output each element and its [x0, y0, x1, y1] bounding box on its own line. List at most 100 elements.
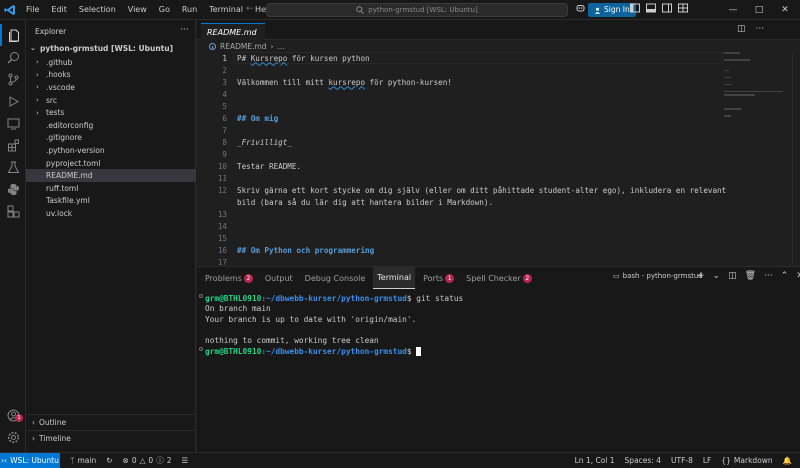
panel-tab-spell-checker[interactable]: Spell Checker 2: [462, 267, 536, 289]
panel-tab-terminal[interactable]: Terminal: [373, 267, 416, 289]
remote-indicator[interactable]: ›‹ WSL: Ubuntu: [0, 453, 60, 468]
file-tree-item[interactable]: uv.lock: [26, 207, 196, 220]
extensions-icon[interactable]: [0, 134, 26, 156]
tab-readme[interactable]: README.md: [201, 23, 265, 40]
info-icon: [209, 43, 216, 50]
breadcrumb-file[interactable]: README.md: [220, 42, 267, 51]
close-icon[interactable]: ✕: [772, 0, 798, 20]
customize-layout-icon[interactable]: [678, 3, 688, 13]
new-terminal-icon[interactable]: +: [697, 271, 705, 281]
command-decoration-icon[interactable]: [199, 294, 203, 298]
command-decoration-icon[interactable]: [199, 347, 203, 351]
file-tree-item[interactable]: › .vscode: [26, 81, 196, 94]
code-line: 1 P# Kursrepo för kursen python: [197, 52, 722, 64]
file-tree-item[interactable]: Taskfile.yml: [26, 195, 196, 208]
file-tree-item[interactable]: .editorconfig: [26, 119, 196, 132]
minimap-line: [724, 115, 731, 117]
close-panel-icon[interactable]: ✕: [796, 271, 800, 281]
manage-gear-icon[interactable]: [0, 426, 26, 448]
file-tree-item[interactable]: pyproject.toml: [26, 157, 196, 170]
code-line: 16 ## Om Python och programmering: [197, 244, 722, 256]
terminal-line: Your branch is up to date with 'origin/m…: [205, 314, 417, 324]
terminal-output[interactable]: grm@BTHL0910:~/dbwebb-kurser/python-grms…: [205, 293, 463, 357]
panel-tab-debug-console[interactable]: Debug Console: [301, 267, 370, 289]
menu-run[interactable]: Run: [176, 0, 203, 20]
explorer-icon[interactable]: [0, 24, 26, 46]
code-line: 12 Skriv gärna ett kort stycke om dig sjä…: [197, 184, 726, 196]
split-editor-icon[interactable]: ◫: [737, 24, 746, 34]
menu-selection[interactable]: Selection: [73, 0, 122, 20]
sync-icon[interactable]: ↻: [106, 456, 112, 465]
file-tree-item[interactable]: › src: [26, 94, 196, 107]
maximize-panel-icon[interactable]: ⌃: [781, 271, 789, 281]
prompt-path: :~/dbwebb-kurser/python-grmstud: [261, 293, 407, 303]
maximize-icon[interactable]: □: [746, 0, 772, 20]
line-number: 6: [222, 113, 227, 123]
file-tree-item[interactable]: ruff.toml: [26, 182, 196, 195]
more-actions-icon[interactable]: ···: [756, 24, 765, 34]
timeline-section[interactable]: › Timeline: [26, 430, 196, 446]
line-number: 2: [222, 65, 227, 75]
containers-icon[interactable]: [0, 200, 26, 222]
source-control-icon[interactable]: [0, 68, 26, 90]
chevron-right-icon: ›: [32, 418, 35, 427]
cursor-position[interactable]: Ln 1, Col 1: [575, 456, 615, 465]
minimap-line: [724, 94, 755, 96]
more-actions-icon[interactable]: ···: [764, 271, 773, 281]
problems-indicator[interactable]: ⊗ 0 △ 0 ⓘ 2: [123, 455, 172, 466]
workspace-root[interactable]: ⌄ python-grmstud [WSL: Ubuntu]: [26, 42, 196, 54]
terminal-selector[interactable]: ▭ bash - python-grmstud: [613, 272, 703, 280]
command-center-search[interactable]: python-grmstud [WSL: Ubuntu]: [266, 3, 568, 17]
file-tree-item[interactable]: › .hooks: [26, 69, 196, 82]
toggle-panel-icon[interactable]: [646, 3, 656, 13]
notifications-bell-icon[interactable]: 🔔: [783, 456, 792, 465]
encoding[interactable]: UTF-8: [671, 456, 693, 465]
minimap[interactable]: [724, 52, 790, 117]
panel-tab-problems[interactable]: Problems 2: [201, 267, 257, 289]
testing-icon[interactable]: [0, 156, 26, 178]
panel-tab-output[interactable]: Output: [261, 267, 297, 289]
menu-edit[interactable]: Edit: [45, 0, 73, 20]
indentation[interactable]: Spaces: 4: [625, 456, 661, 465]
toggle-secondary-sidebar-icon[interactable]: [662, 3, 672, 13]
minimize-icon[interactable]: —: [720, 0, 746, 20]
file-tree-item[interactable]: .python-version: [26, 144, 196, 157]
remote-explorer-icon[interactable]: [0, 112, 26, 134]
copilot-button[interactable]: [576, 4, 585, 12]
back-arrow-icon[interactable]: ←: [246, 4, 254, 14]
outline-section[interactable]: › Outline: [26, 414, 196, 430]
editor-scrollbar[interactable]: [792, 52, 798, 266]
warning-count: 0: [148, 456, 154, 465]
menu-go[interactable]: Go: [153, 0, 176, 20]
chevron-down-icon[interactable]: ⌄: [713, 271, 721, 281]
menu-terminal[interactable]: Terminal: [203, 0, 249, 20]
code-line: 11: [197, 172, 722, 184]
terminal-command-line: grm@BTHL0910:~/dbwebb-kurser/python-grms…: [205, 293, 463, 304]
search-icon[interactable]: [0, 46, 26, 68]
branch-indicator[interactable]: ᛉ main: [70, 456, 96, 465]
more-actions-icon[interactable]: ···: [180, 25, 189, 35]
menu-file[interactable]: File: [20, 0, 45, 20]
menu-view[interactable]: View: [122, 0, 153, 20]
file-tree-item[interactable]: .gitignore: [26, 132, 196, 145]
python-icon[interactable]: [0, 178, 26, 200]
toggle-sidebar-icon[interactable]: [630, 3, 640, 13]
code-token: _Frivilligt_: [237, 137, 292, 147]
file-tree-item[interactable]: › .github: [26, 56, 196, 69]
split-terminal-icon[interactable]: ◫: [728, 271, 737, 281]
trash-icon[interactable]: 🗑: [745, 271, 756, 281]
line-number: 12: [217, 185, 227, 195]
eol[interactable]: LF: [703, 456, 712, 465]
file-tree-item[interactable]: README.md: [26, 169, 196, 182]
file-tree-item[interactable]: › tests: [26, 106, 196, 119]
code-token: bild (bara så du lär dig att hantera bil…: [237, 197, 494, 207]
code-token: P#: [237, 53, 251, 63]
language-mode[interactable]: {} Markdown: [721, 456, 772, 465]
line-number: 16: [217, 245, 227, 255]
run-debug-icon[interactable]: [0, 90, 26, 112]
panel-tab-ports[interactable]: Ports 1: [419, 267, 458, 289]
sign-in-button[interactable]: Sign In: [588, 3, 636, 17]
spell-check-icon[interactable]: ☰: [181, 456, 188, 465]
breadcrumb-ellipsis[interactable]: ...: [278, 42, 285, 51]
